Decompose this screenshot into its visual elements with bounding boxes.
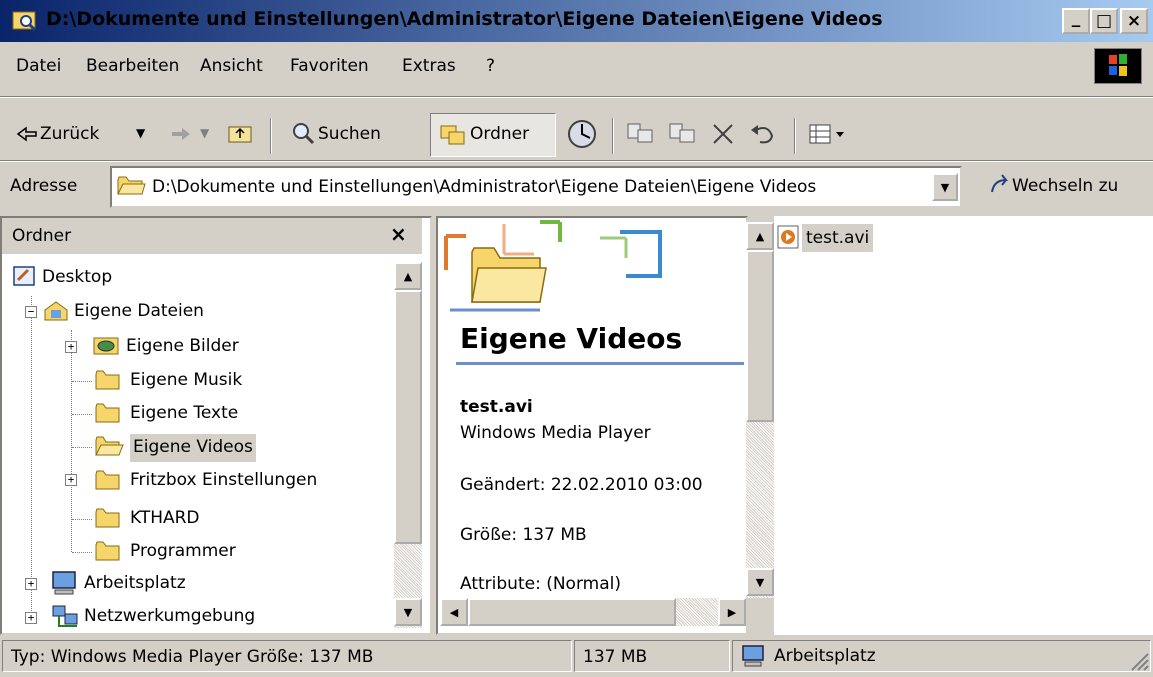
collapse-toggle[interactable]: −: [25, 306, 37, 318]
scroll-right-button[interactable]: ▶: [718, 598, 746, 626]
scroll-left-button[interactable]: ◀: [440, 598, 468, 626]
menu-separator: [0, 96, 1153, 98]
address-label: Adresse: [10, 176, 78, 196]
status-info: Typ: Windows Media Player Größe: 137 MB: [2, 640, 572, 672]
details-accent-line: [456, 362, 744, 365]
my-pictures-icon: [92, 334, 122, 363]
toolbar-separator: [612, 118, 614, 154]
my-computer-icon: [50, 570, 80, 601]
windows-logo: [1094, 48, 1142, 84]
folder-pane-title: Ordner: [12, 226, 72, 246]
my-documents-icon: [42, 298, 70, 329]
scroll-up-button[interactable]: ▲: [394, 262, 422, 290]
window-title: D:\Dokumente und Einstellungen\Administr…: [46, 8, 883, 30]
search-icon: [290, 120, 316, 151]
toolbar-separator-bottom: [0, 160, 1153, 162]
tree-item-eigene-bilder[interactable]: Eigene Bilder: [126, 336, 239, 356]
expand-toggle[interactable]: +: [25, 612, 37, 624]
status-size: 137 MB: [574, 640, 730, 672]
expand-toggle[interactable]: +: [65, 341, 77, 353]
scroll-down-button[interactable]: ▼: [394, 598, 422, 626]
folder-icon: [94, 401, 122, 430]
undo-icon[interactable]: [748, 122, 778, 151]
network-icon: [50, 604, 80, 635]
tree-item-desktop[interactable]: Desktop: [42, 267, 112, 287]
resize-grip-icon[interactable]: [1128, 650, 1150, 677]
menu-ansicht[interactable]: Ansicht: [200, 56, 263, 76]
folder-icon: [94, 506, 122, 535]
tree-item-programmer[interactable]: Programmer: [130, 541, 236, 561]
address-dropdown-button[interactable]: ▼: [932, 173, 958, 201]
delete-icon[interactable]: [710, 122, 736, 151]
details-modified: Geändert: 22.02.2010 03:00: [460, 475, 703, 495]
tree-item-eigene-musik[interactable]: Eigene Musik: [130, 370, 242, 390]
tree-line: [72, 381, 92, 382]
tree-item-fritzbox[interactable]: Fritzbox Einstellungen: [130, 470, 317, 490]
folder-icon: [94, 368, 122, 397]
menu-bearbeiten[interactable]: Bearbeiten: [86, 56, 179, 76]
file-item-test-avi[interactable]: test.avi: [802, 224, 874, 252]
forward-dropdown-icon[interactable]: ▼: [200, 126, 209, 140]
minimize-button[interactable]: _: [1062, 8, 1090, 34]
tree-line: [72, 519, 92, 520]
toolbar-separator: [270, 118, 272, 154]
close-button[interactable]: ×: [1120, 8, 1148, 34]
back-button[interactable]: Zurück: [40, 124, 99, 144]
tree-line: [72, 552, 92, 553]
expand-toggle[interactable]: +: [65, 474, 77, 486]
details-attributes: Attribute: (Normal): [460, 574, 621, 594]
folder-banner-icon: [440, 218, 740, 323]
details-file-name: test.avi: [460, 397, 533, 417]
copy-to-icon[interactable]: [668, 122, 698, 151]
up-folder-icon[interactable]: [228, 122, 254, 149]
status-zone: Arbeitsplatz: [774, 646, 876, 666]
folder-icon: [94, 468, 122, 497]
folder-icon: [94, 539, 122, 568]
folders-icon: [440, 122, 466, 151]
scroll-thumb[interactable]: [746, 250, 774, 422]
menu-favoriten[interactable]: Favoriten: [290, 56, 369, 76]
tree-item-eigene-videos[interactable]: Eigene Videos: [130, 434, 256, 462]
menu-datei[interactable]: Datei: [16, 56, 61, 76]
scroll-thumb[interactable]: [468, 598, 676, 626]
tree-line: [31, 296, 32, 621]
folders-button-label: Ordner: [470, 124, 530, 144]
views-icon[interactable]: [808, 122, 848, 151]
forward-icon[interactable]: [170, 126, 192, 147]
maximize-button[interactable]: □: [1090, 8, 1118, 34]
folder-pane-close-button[interactable]: ×: [390, 222, 407, 246]
address-input[interactable]: D:\Dokumente und Einstellungen\Administr…: [152, 177, 816, 197]
menu-extras[interactable]: Extras: [402, 56, 456, 76]
tree-item-eigene-texte[interactable]: Eigene Texte: [130, 403, 238, 423]
back-dropdown-icon[interactable]: ▼: [136, 126, 145, 140]
my-computer-icon: [740, 644, 768, 673]
media-file-icon: [776, 224, 802, 255]
move-to-icon[interactable]: [626, 122, 656, 151]
go-button[interactable]: Wechseln zu: [1012, 176, 1118, 196]
go-arrow-icon: [988, 172, 1012, 203]
menu-help[interactable]: ?: [486, 56, 495, 76]
scroll-up-button[interactable]: ▲: [746, 222, 774, 250]
search-button[interactable]: Suchen: [318, 124, 381, 144]
explorer-folder-icon: [12, 8, 38, 32]
desktop-icon: [12, 264, 38, 293]
scroll-thumb[interactable]: [394, 290, 422, 544]
tree-item-eigene-dateien[interactable]: Eigene Dateien: [74, 301, 204, 321]
tree-line: [72, 447, 92, 448]
details-file-type: Windows Media Player: [460, 423, 651, 443]
history-icon[interactable]: [566, 118, 600, 155]
file-list: [774, 216, 1153, 635]
scroll-down-button[interactable]: ▼: [746, 568, 774, 596]
back-icon: [16, 126, 38, 147]
folder-open-icon: [94, 434, 124, 463]
tree-item-arbeitsplatz[interactable]: Arbeitsplatz: [84, 573, 186, 593]
details-folder-title: Eigene Videos: [460, 322, 683, 355]
tree-item-kthard[interactable]: KTHARD: [130, 508, 200, 528]
details-size: Größe: 137 MB: [460, 525, 587, 545]
tree-line: [72, 414, 92, 415]
tree-item-netzwerkumgebung[interactable]: Netzwerkumgebung: [84, 606, 255, 626]
address-folder-icon: [116, 172, 146, 203]
toolbar-separator: [794, 118, 796, 154]
expand-toggle[interactable]: +: [25, 578, 37, 590]
